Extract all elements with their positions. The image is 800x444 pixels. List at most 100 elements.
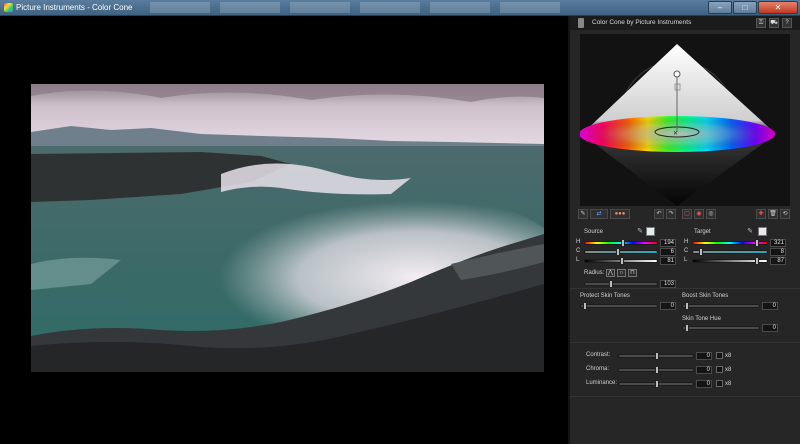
chroma-x8-label: x8	[725, 367, 732, 373]
slider-knob[interactable]	[583, 302, 587, 310]
protect-skin-tones-value[interactable]: 0	[660, 302, 676, 310]
boost-skin-tones-slider[interactable]	[682, 302, 760, 310]
svg-text:✕: ✕	[673, 131, 678, 137]
target-c-label: C	[684, 248, 689, 254]
contrast-x8-label: x8	[725, 353, 732, 359]
protect-skin-tones-slider[interactable]	[580, 302, 658, 310]
luminance-label: Luminance:	[586, 380, 618, 386]
boost-skin-tones-value[interactable]: 0	[762, 302, 778, 310]
source-h-label: H	[576, 239, 581, 245]
slider-knob[interactable]	[685, 324, 689, 332]
source-h-value[interactable]: 194	[660, 239, 676, 247]
slider-knob[interactable]	[755, 239, 759, 247]
skin-tone-hue-value[interactable]: 0	[762, 324, 778, 332]
target-l-value[interactable]: 87	[770, 257, 786, 265]
luminance-value[interactable]: 0	[696, 380, 712, 388]
target-h-value[interactable]: 321	[770, 239, 786, 247]
target-swatch[interactable]	[758, 227, 767, 236]
source-chroma-slider[interactable]	[584, 248, 658, 256]
add-point-icon[interactable]: ✚	[756, 209, 766, 219]
skin-tone-hue-slider[interactable]	[682, 324, 760, 332]
boost-skin-tones-label: Boost Skin Tones	[682, 293, 729, 299]
target-luminance-slider[interactable]	[692, 257, 768, 265]
slider-knob[interactable]	[655, 366, 659, 374]
trash-icon[interactable]: 🗑	[768, 209, 778, 219]
source-hue-slider[interactable]	[584, 239, 658, 247]
app-icon	[4, 3, 13, 12]
background-taskbar-ghost	[150, 2, 570, 13]
slider-knob[interactable]	[609, 280, 613, 288]
cone-toolbar: ✎ ⇄ ●●● ↶ ↷ ▢ ◉ ◎ ✚ 🗑 ⟲	[578, 209, 792, 220]
skin-tone-hue-label: Skin Tone Hue	[682, 316, 721, 322]
slider-knob[interactable]	[755, 257, 759, 265]
record-icon[interactable]: ◉	[694, 209, 704, 219]
chroma-value[interactable]: 0	[696, 366, 712, 374]
eye-icon[interactable]: ◎	[706, 209, 716, 219]
slider-knob[interactable]	[655, 380, 659, 388]
source-l-value[interactable]: 81	[660, 257, 676, 265]
help-button[interactable]: ?	[782, 18, 792, 28]
target-c-value[interactable]: 8	[770, 248, 786, 256]
source-eyedropper-icon[interactable]: ✎	[636, 227, 644, 236]
target-label: Target	[694, 229, 711, 235]
source-l-label: L	[576, 257, 580, 263]
target-l-label: L	[684, 257, 688, 263]
target-eyedropper-icon[interactable]: ✎	[746, 227, 754, 236]
chroma-slider[interactable]	[618, 366, 694, 374]
slider-knob[interactable]	[621, 239, 625, 247]
image-preview-area[interactable]	[0, 16, 568, 444]
swap-colors-icon[interactable]: ⇄	[590, 209, 608, 219]
luminance-slider[interactable]	[618, 380, 694, 388]
divider	[570, 342, 800, 343]
contrast-x8-checkbox[interactable]	[716, 352, 723, 359]
chroma-x8-checkbox[interactable]	[716, 366, 723, 373]
luminance-x8-label: x8	[725, 381, 732, 387]
slider-knob[interactable]	[655, 352, 659, 360]
title-bar[interactable]: Picture Instruments - Color Cone – □ ✕	[0, 0, 800, 16]
target-chroma-slider[interactable]	[692, 248, 768, 256]
reset-view-icon[interactable]: ▢	[682, 209, 692, 219]
undo-icon[interactable]: ↶	[654, 209, 664, 219]
slider-knob[interactable]	[620, 257, 624, 265]
target-hue-slider[interactable]	[692, 239, 768, 247]
redo-icon[interactable]: ↷	[666, 209, 676, 219]
panel-title: Color Cone by Picture Instruments	[592, 19, 692, 26]
divider	[570, 288, 800, 289]
radius-soft-icon[interactable]: ∩	[617, 269, 626, 277]
radius-slider[interactable]	[584, 280, 658, 288]
protect-skin-tones-label: Protect Skin Tones	[580, 293, 630, 299]
refresh-icon[interactable]: ⟲	[780, 209, 790, 219]
cart-icon[interactable]: ⛟	[769, 18, 779, 28]
slider-knob[interactable]	[699, 248, 703, 256]
source-c-label: C	[576, 248, 581, 254]
contrast-slider[interactable]	[618, 352, 694, 360]
eyedropper-icon[interactable]: ✎	[578, 209, 588, 219]
key-icon[interactable]: ⚿	[756, 18, 766, 28]
plugin-icon	[578, 18, 584, 28]
window-controls: – □ ✕	[708, 1, 798, 14]
minimize-button[interactable]: –	[708, 1, 732, 14]
source-label: Source	[584, 229, 604, 235]
contrast-label: Contrast:	[586, 352, 611, 358]
luminance-x8-checkbox[interactable]	[716, 380, 723, 387]
radius-value[interactable]: 103	[660, 280, 676, 288]
source-luminance-slider[interactable]	[584, 257, 658, 265]
contrast-value[interactable]: 0	[696, 352, 712, 360]
slider-knob[interactable]	[616, 248, 620, 256]
chroma-label: Chroma:	[586, 366, 610, 372]
radius-sharp-icon[interactable]: ⋀	[606, 269, 615, 277]
color-cone-panel: Color Cone by Picture Instruments ⚿ ⛟ ?	[568, 16, 800, 444]
radius-label: Radius:	[584, 270, 605, 276]
color-triplet-icon[interactable]: ●●●	[610, 209, 630, 219]
source-swatch[interactable]	[646, 227, 655, 236]
color-cone-view[interactable]: ✕	[580, 34, 790, 206]
slider-knob[interactable]	[685, 302, 689, 310]
seascape-image	[31, 84, 544, 372]
radius-flat-icon[interactable]: ⊓	[628, 269, 637, 277]
panel-header: Color Cone by Picture Instruments ⚿ ⛟ ?	[570, 16, 800, 30]
source-c-value[interactable]: 6	[660, 248, 676, 256]
maximize-button[interactable]: □	[733, 1, 757, 14]
divider	[570, 396, 800, 397]
preview-photo[interactable]	[31, 84, 544, 372]
close-button[interactable]: ✕	[758, 1, 798, 14]
